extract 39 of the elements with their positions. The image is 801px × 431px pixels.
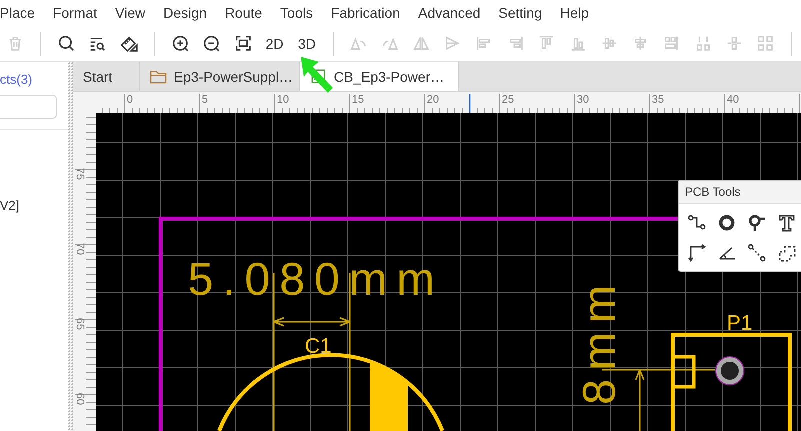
vertical-ruler: 75 70 65 60 xyxy=(73,113,96,431)
menu-item[interactable]: Tools xyxy=(280,5,314,21)
folder-icon xyxy=(150,69,167,84)
search-field[interactable] xyxy=(0,95,57,119)
flip-vertical-icon xyxy=(443,34,462,53)
text-tool-icon xyxy=(777,213,797,233)
via-icon xyxy=(717,213,737,233)
dimension-text: 8mm xyxy=(573,285,625,405)
horizontal-ruler: 0 5 10 15 20 25 30 35 40 xyxy=(96,92,801,113)
projects-link[interactable]: cts(3) xyxy=(0,72,68,87)
menu-item[interactable]: Help xyxy=(560,5,590,21)
zoom-out-icon xyxy=(202,34,222,53)
menu-item[interactable]: Format xyxy=(53,5,98,21)
dimension-text: 5.080mm xyxy=(188,253,435,305)
menu-item[interactable]: Setting xyxy=(498,5,542,21)
panel-title: PCB Tools xyxy=(679,181,801,204)
corner-line-icon xyxy=(687,243,707,263)
component-designator: P1 xyxy=(727,312,753,335)
zoom-in-icon xyxy=(170,34,190,53)
menu-item[interactable]: Place xyxy=(0,5,36,21)
view-mode-button[interactable]: 3D xyxy=(291,32,323,54)
grid-squares-icon xyxy=(756,34,776,53)
search-icon xyxy=(56,34,76,53)
ruler-icon xyxy=(120,34,139,53)
fit-view-icon xyxy=(234,34,252,53)
pin-icon xyxy=(747,213,767,233)
menu-item[interactable]: Fabrication xyxy=(331,5,400,21)
document-tab[interactable]: CB_Ep3-Power… xyxy=(300,62,459,91)
splitter-handle[interactable] xyxy=(68,62,73,431)
component-designator: C1 xyxy=(305,335,332,358)
menu-item[interactable]: View xyxy=(115,5,146,21)
menu-item[interactable]: Design xyxy=(163,5,208,21)
menu-item[interactable]: Route xyxy=(225,5,262,21)
view-mode-button[interactable]: 2D xyxy=(259,32,290,54)
menu-item[interactable]: Advanced xyxy=(418,5,481,21)
document-tab[interactable]: Start xyxy=(73,62,140,91)
tree-item[interactable]: V2] xyxy=(0,198,68,213)
pointer-arrow xyxy=(300,56,334,94)
line-segment-icon xyxy=(747,243,767,263)
